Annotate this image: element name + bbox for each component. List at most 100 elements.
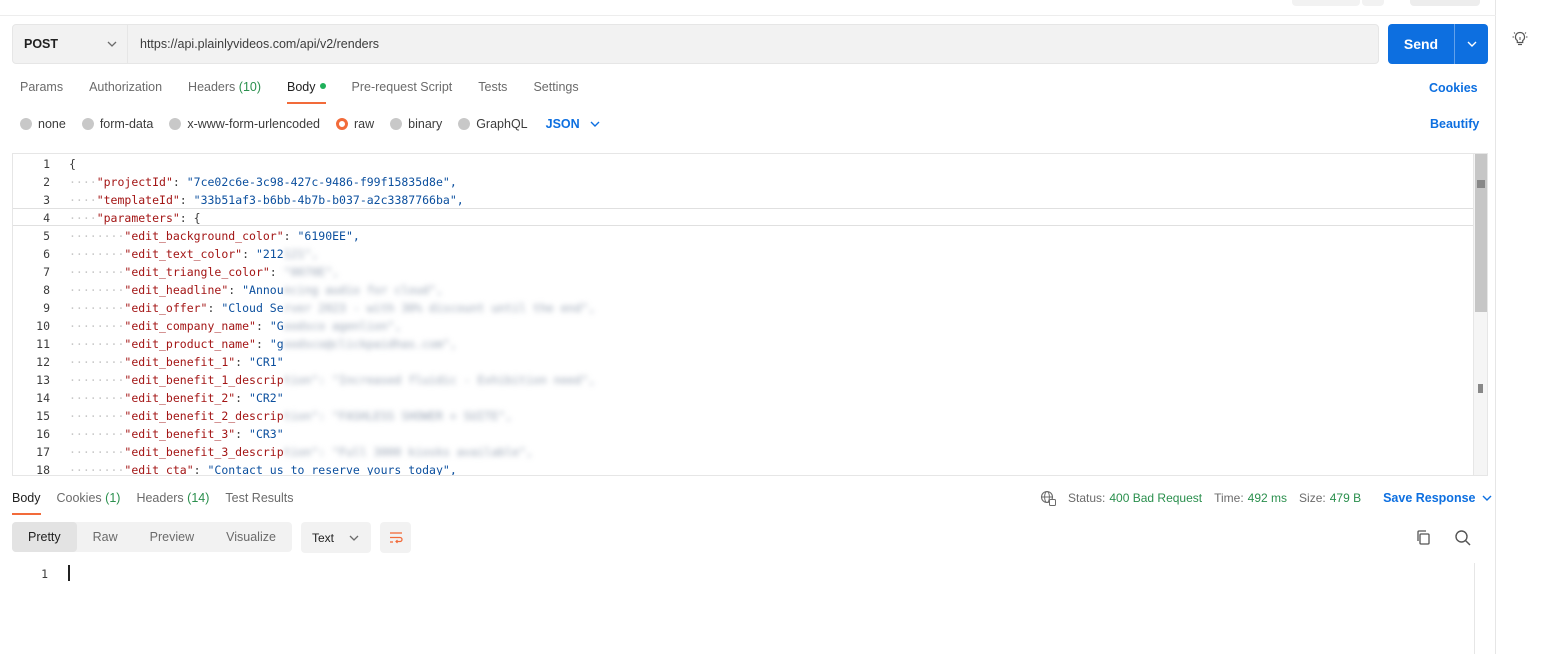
code-punct: : <box>235 427 250 441</box>
code-punct: : <box>255 337 270 351</box>
response-body-viewer[interactable]: 1 <box>12 563 1488 654</box>
body-type-binary[interactable]: binary <box>390 117 442 131</box>
code-line[interactable]: ········"edit_text_color": "212121", <box>69 245 318 263</box>
send-button[interactable]: Send <box>1388 24 1488 64</box>
radio-icon <box>390 118 403 130</box>
code-line[interactable]: ········"edit_benefit_1_description": "I… <box>69 371 595 389</box>
tab-headers[interactable]: Headers (10) <box>188 76 261 104</box>
toolbar-control[interactable] <box>1362 0 1384 6</box>
body-type-form-data[interactable]: form-data <box>81 117 153 131</box>
scrollbar-thumb[interactable] <box>1475 154 1487 312</box>
tab-tests[interactable]: Tests <box>478 76 507 104</box>
response-format-select[interactable]: Text <box>301 522 371 553</box>
code-indent: ········ <box>69 265 125 279</box>
response-tab-test-results[interactable]: Test Results <box>225 487 293 515</box>
radio-selected-icon <box>336 118 348 130</box>
code-line[interactable]: ········"edit_benefit_3_description": "F… <box>69 443 533 461</box>
response-tab-cookies[interactable]: Cookies (1) <box>57 487 121 515</box>
code-line[interactable]: ····"parameters": { <box>69 209 201 227</box>
line-number: 6 <box>43 247 50 261</box>
tab-authorization[interactable]: Authorization <box>89 76 162 104</box>
top-toolbar-strip <box>0 0 1496 16</box>
code-punct: : <box>235 391 250 405</box>
code-blurred: 121", <box>283 247 319 261</box>
url-input[interactable]: https://api.plainlyvideos.com/api/v2/ren… <box>128 37 379 51</box>
code-indent: ········ <box>69 229 125 243</box>
code-value: "CR2" <box>249 391 284 405</box>
toolbar-control[interactable] <box>1292 0 1360 6</box>
view-mode-raw[interactable]: Raw <box>77 522 134 552</box>
code-line[interactable]: ········"edit_background_color": "6190EE… <box>69 227 360 245</box>
scroll-marker <box>1478 384 1483 393</box>
code-line[interactable]: ········"edit_benefit_3": "CR3" <box>69 425 284 443</box>
size-value[interactable]: 479 B <box>1330 491 1361 505</box>
request-body-editor[interactable]: 1 2 3 4 5 6 7 8 9 10 11 12 13 14 15 16 17 18 {····"projec… <box>12 153 1488 476</box>
code-punct: : { <box>179 211 201 225</box>
save-response-button[interactable]: Save Response <box>1383 491 1491 505</box>
radio-label: GraphQL <box>476 117 528 131</box>
tab-params[interactable]: Params <box>20 76 63 104</box>
response-scrollbar[interactable] <box>1474 563 1488 654</box>
response-tab-headers[interactable]: Headers (14) <box>136 487 209 515</box>
code-line[interactable]: ····"templateId": "33b51af3-b6bb-4b7b-b0… <box>69 191 464 209</box>
time-label: Time: <box>1214 491 1244 505</box>
method-select[interactable]: POST <box>13 25 128 63</box>
body-type-urlencoded[interactable]: x-www-form-urlencoded <box>169 117 320 131</box>
view-mode-visualize[interactable]: Visualize <box>210 522 292 552</box>
code-indent: ········ <box>69 445 125 459</box>
code-punct: : <box>179 193 194 207</box>
line-number: 2 <box>43 175 50 189</box>
view-mode-preview[interactable]: Preview <box>134 522 210 552</box>
scroll-marker <box>1477 180 1485 188</box>
code-line[interactable]: ········"edit_benefit_2": "CR2" <box>69 389 284 407</box>
copy-icon[interactable] <box>1414 528 1434 548</box>
wrap-lines-button[interactable] <box>380 522 411 553</box>
body-type-graphql[interactable]: GraphQL <box>458 117 528 131</box>
code-indent: ···· <box>69 193 97 207</box>
tab-body[interactable]: Body <box>287 76 326 104</box>
request-tabs: Params Authorization Headers (10) Body P… <box>20 76 605 104</box>
tab-label: Settings <box>533 80 579 94</box>
response-status-bar: Status: 400 Bad Request Time: 492 ms Siz… <box>1040 489 1492 507</box>
search-icon[interactable] <box>1453 528 1473 548</box>
code-line[interactable]: ········"edit_triangle_color": "0070E", <box>69 263 339 281</box>
size-label: Size: <box>1299 491 1326 505</box>
view-mode-pretty[interactable]: Pretty <box>12 522 77 552</box>
tab-label: Params <box>20 80 64 94</box>
code-value: "Cloud Se <box>221 301 284 315</box>
body-type-raw[interactable]: raw <box>336 117 374 131</box>
code-line[interactable]: ········"edit_headline": "Announcing aud… <box>69 281 443 299</box>
code-line[interactable]: ········"edit_benefit_2_description": "F… <box>69 407 512 425</box>
editor-scrollbar[interactable] <box>1473 154 1487 475</box>
code-area[interactable]: {····"projectId": "7ce02c6e-3c98-427c-94… <box>69 154 1473 475</box>
send-options-button[interactable] <box>1455 39 1488 49</box>
code-line[interactable]: ········"edit_benefit_1": "CR1" <box>69 353 284 371</box>
code-line[interactable]: ········"edit_cta": "Contact us to reser… <box>69 461 457 475</box>
code-line[interactable]: ········"edit_product_name": "goodsco@cl… <box>69 335 457 353</box>
code-key: "edit_text_color" <box>124 247 243 261</box>
tab-pre-request-script[interactable]: Pre-request Script <box>352 76 453 104</box>
lightbulb-icon[interactable] <box>1511 30 1529 48</box>
code-key: "edit_benefit_1" <box>124 355 236 369</box>
save-response-label: Save Response <box>1383 491 1476 505</box>
status-value[interactable]: 400 Bad Request <box>1109 491 1202 505</box>
response-tab-body[interactable]: Body <box>12 487 41 515</box>
code-line[interactable]: ····"projectId": "7ce02c6e-3c98-427c-948… <box>69 173 457 191</box>
cookies-link[interactable]: Cookies <box>1429 81 1478 95</box>
code-line[interactable]: { <box>69 155 76 173</box>
text-cursor <box>68 565 70 581</box>
code-key: "projectId" <box>96 175 173 189</box>
beautify-link[interactable]: Beautify <box>1430 117 1479 131</box>
code-value: "g <box>269 337 284 351</box>
toolbar-control[interactable] <box>1410 0 1480 6</box>
body-type-none[interactable]: none <box>20 117 66 131</box>
code-value: "Annou <box>242 283 284 297</box>
code-blurred: tion": "FASHLESS SHOWER + SUITE", <box>283 409 513 423</box>
time-value[interactable]: 492 ms <box>1248 491 1287 505</box>
code-line[interactable]: ········"edit_company_name": "Goodsco ag… <box>69 317 401 335</box>
tab-settings[interactable]: Settings <box>533 76 578 104</box>
body-format-select[interactable]: JSON <box>546 117 600 131</box>
code-line[interactable]: ········"edit_offer": "Cloud Server 2023… <box>69 299 595 317</box>
code-indent: ········ <box>69 409 125 423</box>
globe-icon[interactable] <box>1040 490 1056 506</box>
